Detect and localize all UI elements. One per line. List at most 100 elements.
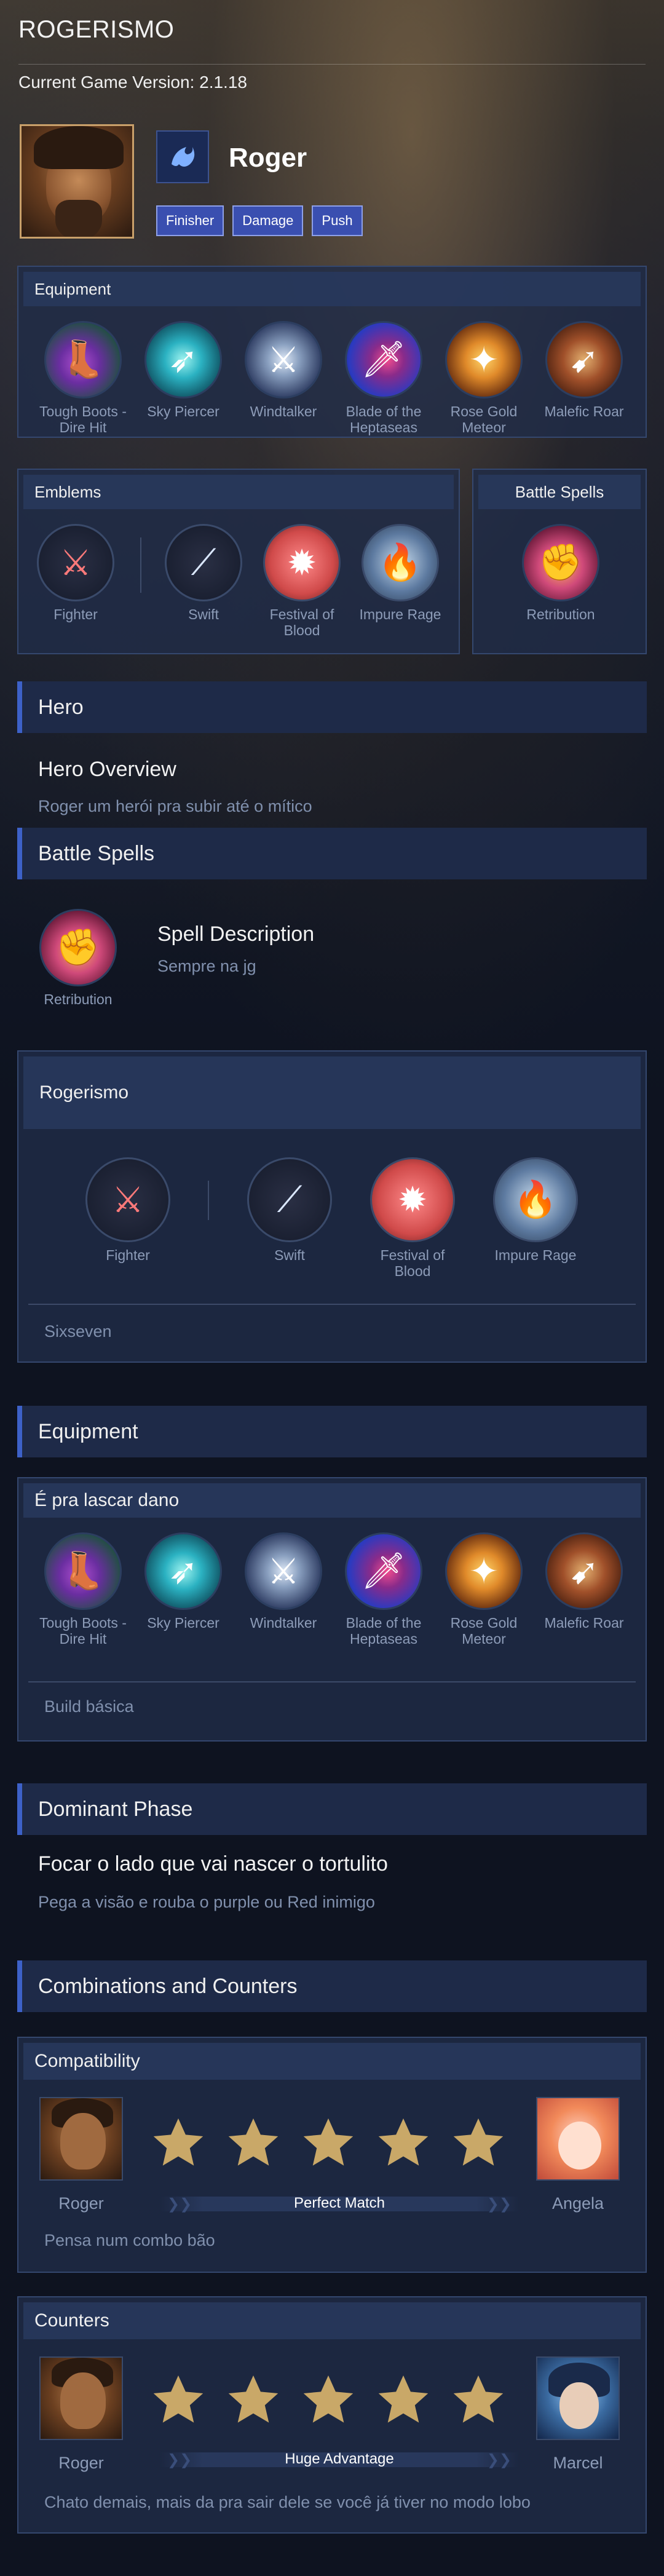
role-icon [156,130,209,183]
compatibility-panel: Compatibility Roger Angela ❯❯ ❯❯ Perfect… [17,2037,647,2273]
rating-star-icon [150,2371,207,2428]
dominant-phase-heading: Focar o lado que vai nascer o tortulito [38,1852,388,1876]
counters-note: Chato demais, mais da pra sair dele se v… [44,2493,531,2511]
equipment-item[interactable]: 👢 Tough Boots - Dire Hit [37,321,129,435]
right-hero-name: Marcel [553,2454,603,2472]
rating-star-icon [225,2371,282,2428]
emblems-panel-title: Emblems [23,475,454,509]
section-dominant-phase: Dominant Phase [17,1783,647,1835]
verdict-bar: ❯❯ ❯❯ Huge Advantage [160,2449,519,2470]
spell-description-text: Sempre na jg [157,957,256,975]
impure-rage-icon: 🔥 [493,1157,578,1242]
hero-overview-title: Hero Overview [38,758,176,781]
battle-spells-panel: Battle Spells ✊ Retribution [472,469,647,654]
blade-icon: 🗡 [345,1532,422,1610]
spell-description-title: Spell Description [157,922,315,946]
rose-gold-meteor-icon: ✦ [445,321,523,398]
equipment-item[interactable]: 👢 Tough Boots - Dire Hit [37,1532,129,1647]
equipment-item[interactable]: ➶ Sky Piercer [137,1532,229,1631]
emblem-talent[interactable]: 🔥 Impure Rage [354,524,446,622]
panel-divider [28,1304,636,1305]
game-version: Current Game Version: 2.1.18 [18,73,247,92]
malefic-roar-icon: ➹ [545,1532,623,1610]
windtalker-icon: ⚔ [245,321,322,398]
rating-star-icon [300,2114,357,2171]
fighter-emblem-icon: ⚔ [37,524,114,601]
rogerismo-note: Sixseven [44,1322,112,1341]
left-hero-name: Roger [58,2194,104,2213]
rogerismo-emblem-panel: Rogerismo ⚔ Fighter ⟋ Swift ✹ Festival o… [17,1050,647,1363]
equipment-item[interactable]: 🗡 Blade of the Heptaseas [338,321,430,435]
rose-gold-meteor-icon: ✦ [445,1532,523,1610]
avatar-roger[interactable] [39,2356,123,2440]
equipment-panel: Equipment 👢 Tough Boots - Dire Hit ➶ Sky… [17,266,647,438]
sky-piercer-icon: ➶ [144,1532,222,1610]
emblem-talent[interactable]: ✹ Festival of Blood [366,1157,459,1279]
emblem-talent[interactable]: 🔥 Impure Rage [489,1157,582,1263]
equipment-item[interactable]: ➶ Sky Piercer [137,321,229,419]
avatar-marcel[interactable] [536,2356,620,2440]
dominant-phase-text: Pega a visão e rouba o purple ou Red ini… [38,1893,375,1911]
tag-push: Push [312,205,363,236]
compatibility-note: Pensa num combo bão [44,2231,215,2249]
hero-tags: Finisher Damage Push [156,205,363,236]
build-title: É pra lascar dano [23,1483,641,1518]
rogerismo-panel-title: Rogerismo [23,1056,641,1129]
section-equipment: Equipment [17,1406,647,1457]
verdict-bar: ❯❯ ❯❯ Perfect Match [160,2193,519,2214]
section-combinations: Combinations and Counters [17,1960,647,2012]
impure-rage-icon: 🔥 [362,524,439,601]
verdict-text: Perfect Match [293,2195,385,2211]
avatar-angela[interactable] [536,2097,620,2181]
panel-divider [28,1681,636,1682]
swift-icon: ⟋ [247,1157,332,1242]
malefic-roar-icon: ➹ [545,321,623,398]
swift-icon: ⟋ [165,524,242,601]
festival-of-blood-icon: ✹ [263,524,341,601]
windtalker-icon: ⚔ [245,1532,322,1610]
equipment-item[interactable]: ⚔ Windtalker [237,1532,330,1631]
avatar-roger[interactable] [39,2097,123,2181]
rating-star-icon [375,2371,432,2428]
section-battle-spells: Battle Spells [17,828,647,879]
equipment-item[interactable]: ⚔ Windtalker [237,321,330,419]
verdict-text: Huge Advantage [285,2451,394,2467]
equipment-item[interactable]: ➹ Malefic Roar [538,321,630,419]
compatibility-title: Compatibility [23,2043,641,2080]
emblem-talent[interactable]: ✹ Festival of Blood [256,524,348,638]
left-hero-name: Roger [58,2454,104,2472]
counters-panel: Counters Roger Marcel ❯❯ ❯❯ Huge Advanta… [17,2296,647,2534]
equipment-item[interactable]: ➹ Malefic Roar [538,1532,630,1631]
rating-star-icon [150,2114,207,2171]
section-hero: Hero [17,681,647,733]
build-panel: É pra lascar dano 👢 Tough Boots - Dire H… [17,1477,647,1742]
emblem-divider [140,537,141,593]
counters-title: Counters [23,2302,641,2339]
blade-icon: 🗡 [345,321,422,398]
emblem-divider [208,1181,209,1220]
equipment-item[interactable]: ✦ Rose Gold Meteor [438,1532,530,1647]
right-hero-name: Angela [551,2194,604,2213]
fighter-emblem-icon: ⚔ [85,1157,170,1242]
equipment-item[interactable]: ✦ Rose Gold Meteor [438,321,530,435]
rating-star-icon [450,2114,507,2171]
hero-overview-text: Roger um herói pra subir até o mítico [38,797,312,815]
emblem-talent[interactable]: ⟋ Swift [157,524,250,622]
app-title: ROGERISMO [18,16,175,43]
battle-spell[interactable]: ✊ Retribution [515,524,607,622]
battle-spell[interactable]: ✊ Retribution [32,909,124,1007]
build-note: Build básica [44,1697,134,1716]
emblems-panel: Emblems ⚔ Fighter ⟋ Swift ✹ Festival of … [17,469,460,654]
boots-icon: 👢 [44,321,122,398]
rating-star-icon [300,2371,357,2428]
emblem-main[interactable]: ⚔ Fighter [30,524,122,622]
hero-name: Roger [229,143,307,173]
boots-icon: 👢 [44,1532,122,1610]
emblem-main[interactable]: ⚔ Fighter [82,1157,174,1263]
equipment-item[interactable]: 🗡 Blade of the Heptaseas [338,1532,430,1647]
rating-star-icon [375,2114,432,2171]
retribution-icon: ✊ [522,524,599,601]
emblem-talent[interactable]: ⟋ Swift [243,1157,336,1263]
rating-star-icon [225,2114,282,2171]
hero-portrait [20,124,134,239]
